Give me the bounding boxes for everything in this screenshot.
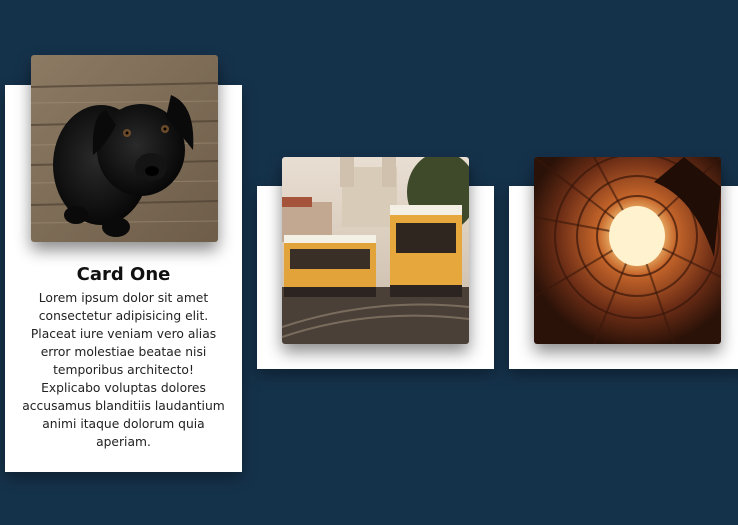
card-two-image [282, 157, 469, 344]
card-one-description: Lorem ipsum dolor sit amet consectetur a… [22, 291, 225, 449]
card-one-title: Card One [76, 264, 171, 285]
card-three-image [534, 157, 721, 344]
card-one-image [31, 55, 218, 242]
